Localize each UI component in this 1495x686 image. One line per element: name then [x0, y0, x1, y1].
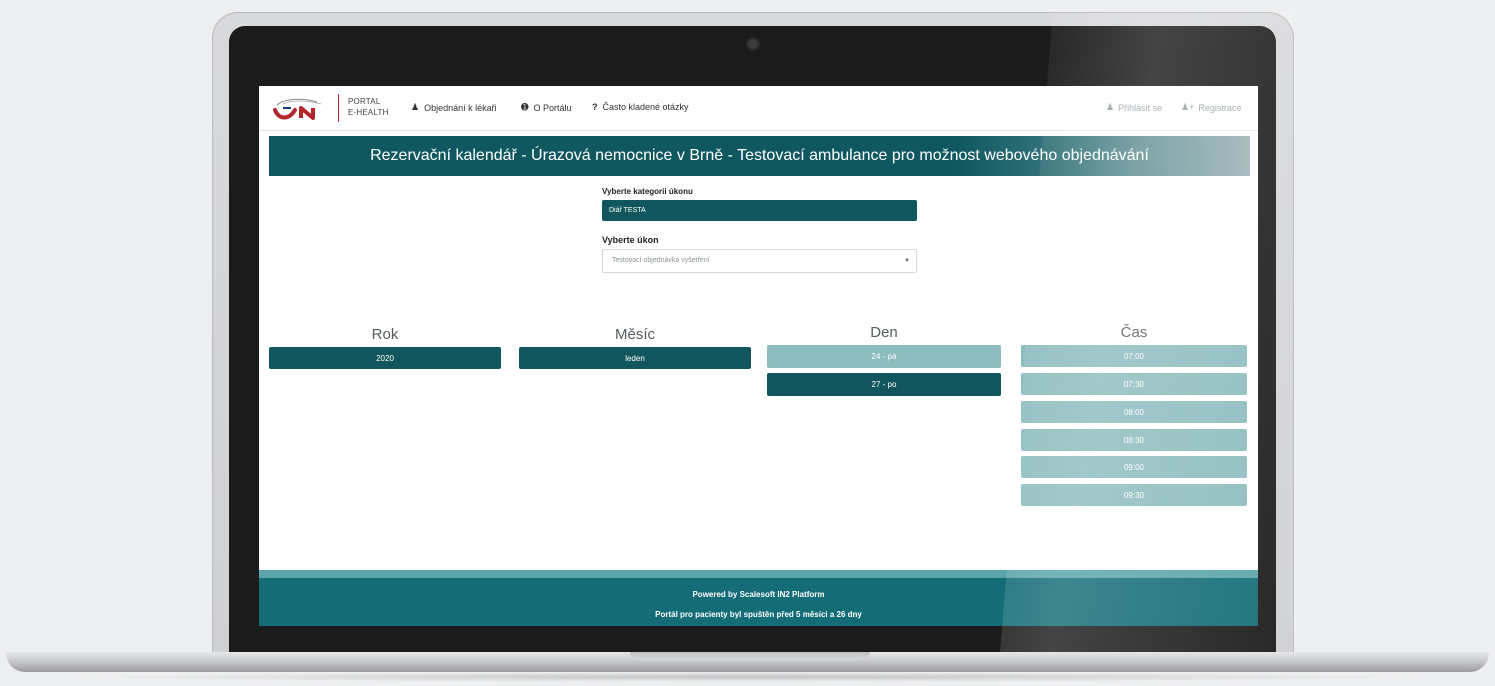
- nav-objednani-label: Objednání k lékaři: [424, 102, 497, 113]
- un-logo-icon[interactable]: [273, 96, 329, 120]
- nav-faq[interactable]: ? Často kladené otázky: [592, 102, 689, 112]
- laptop-shadow: [60, 672, 1435, 682]
- info-circle-icon: ➊: [521, 102, 529, 112]
- camera-icon: [748, 39, 758, 49]
- login-label: Přihlásit se: [1118, 102, 1163, 113]
- ukon-label: Vyberte úkon: [602, 235, 659, 245]
- category-label: Vyberte kategorii úkonu: [602, 187, 693, 196]
- ukon-select-value: Testovací objednávka vyšetření: [612, 257, 710, 264]
- category-select[interactable]: Diář TESTA: [602, 200, 917, 221]
- day-option[interactable]: 24 - pá: [767, 345, 1001, 368]
- month-heading: Měsíc: [614, 326, 655, 343]
- footer-powered: Powered by Scalesoft IN2 Platform: [692, 590, 825, 599]
- chevron-down-icon: ▼: [904, 258, 910, 264]
- nav-o-portalu[interactable]: ➊ O Portálu: [521, 102, 572, 113]
- laptop-notch: [630, 652, 870, 660]
- register-link[interactable]: ♟+ Registrace: [1181, 102, 1241, 113]
- time-heading: Čas: [1120, 324, 1148, 341]
- user-md-icon: ♟: [411, 102, 420, 112]
- time-slot[interactable]: 08:00: [1021, 401, 1247, 423]
- question-icon: ?: [592, 102, 598, 112]
- register-label: Registrace: [1198, 102, 1242, 113]
- nav-objednani[interactable]: ♟ Objednání k lékaři: [411, 102, 497, 113]
- time-slot[interactable]: 09:00: [1021, 456, 1247, 478]
- footer: Powered by Scalesoft IN2 Platform Portál…: [259, 570, 1258, 626]
- time-slot[interactable]: 08:30: [1021, 429, 1247, 451]
- footer-strip: [259, 570, 1258, 578]
- day-option-selected[interactable]: 27 - po: [767, 373, 1001, 396]
- browser-screen: PORTAL E-HEALTH ♟ Objednání k lékaři ➊ O…: [259, 86, 1258, 626]
- nav-faq-label: Často kladené otázky: [602, 102, 689, 112]
- portal-line2: E-HEALTH: [348, 108, 389, 117]
- logo-divider: [338, 94, 339, 122]
- time-slot[interactable]: 07:00: [1021, 345, 1247, 367]
- time-slot[interactable]: 07:30: [1021, 373, 1247, 395]
- login-link[interactable]: ♟ Přihlásit se: [1106, 102, 1162, 113]
- user-icon: ♟: [1106, 102, 1115, 112]
- user-plus-icon: ♟+: [1181, 102, 1195, 112]
- time-slot[interactable]: 09:30: [1021, 484, 1247, 506]
- year-heading: Rok: [371, 326, 399, 343]
- portal-line1: PORTAL: [348, 97, 381, 106]
- year-option[interactable]: 2020: [269, 347, 501, 369]
- page-title: Rezervační kalendář - Úrazová nemocnice …: [370, 147, 1149, 164]
- portal-label: PORTAL E-HEALTH: [348, 96, 389, 118]
- ukon-select[interactable]: Testovací objednávka vyšetření ▼: [602, 249, 917, 273]
- page-title-banner: Rezervační kalendář - Úrazová nemocnice …: [269, 136, 1250, 176]
- month-option[interactable]: leden: [519, 347, 751, 369]
- nav-o-portalu-label: O Portálu: [533, 102, 572, 113]
- footer-uptime: Portál pro pacienty byl spuštěn před 5 m…: [655, 610, 862, 619]
- day-heading: Den: [870, 324, 898, 341]
- top-navbar: PORTAL E-HEALTH ♟ Objednání k lékaři ➊ O…: [259, 86, 1258, 131]
